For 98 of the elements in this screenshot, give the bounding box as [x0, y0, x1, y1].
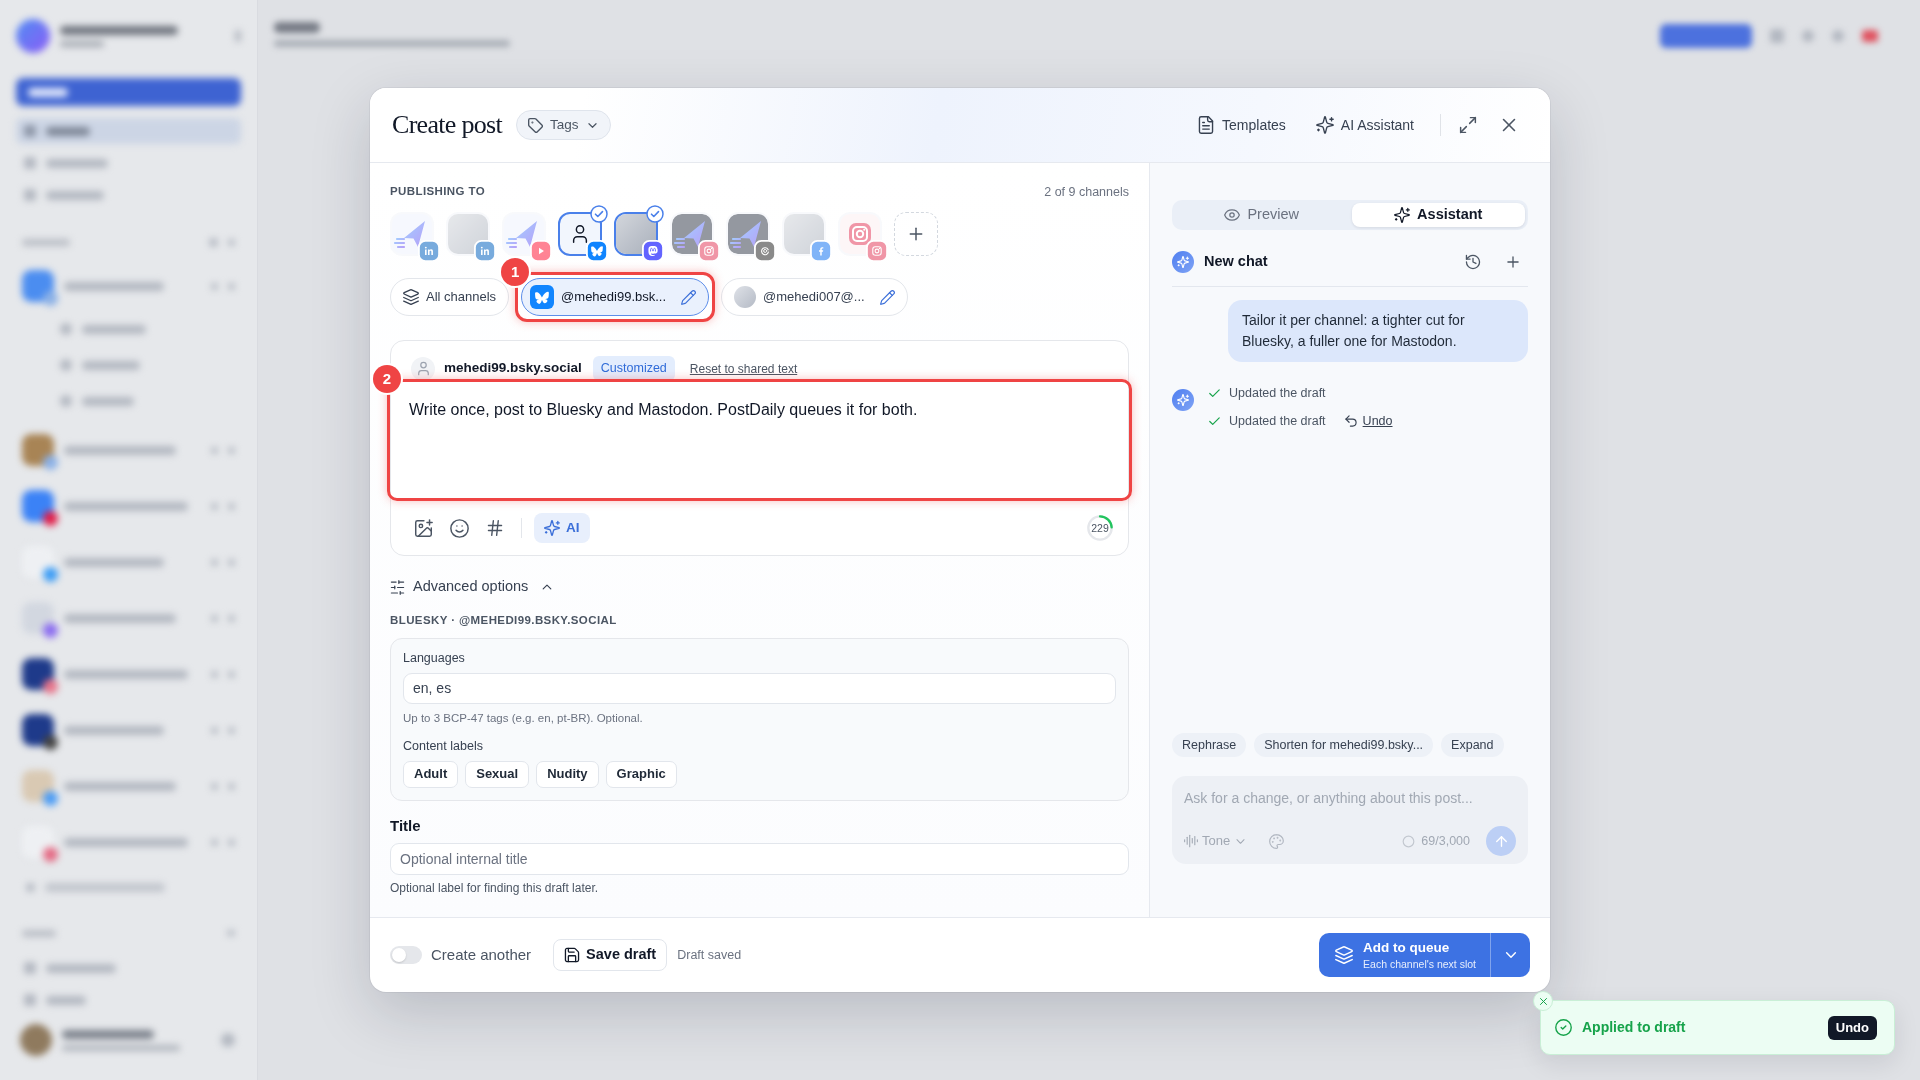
- image-plus-icon: [413, 518, 433, 538]
- user-message: Tailor it per channel: a tighter cut for Bluesky, a fuller one for Mastodon.: [1228, 300, 1528, 362]
- channel-chip[interactable]: @mehedi99.bsk...: [521, 278, 710, 316]
- hash-icon: [486, 519, 504, 537]
- channel-chip[interactable]: All channels: [390, 278, 510, 316]
- languages-field[interactable]: en, es: [403, 672, 1116, 704]
- arrow-logo-icon: [728, 214, 768, 254]
- facebook-icon: [810, 240, 832, 262]
- channel-count: 2 of 9 channels: [1044, 183, 1129, 201]
- account-name: mehedi99.bsky.social: [444, 359, 582, 378]
- dialog-title: Create post: [392, 112, 502, 138]
- field-label: Title: [390, 815, 422, 836]
- field-label: Languages: [403, 649, 466, 666]
- annotation-marker: 2: [373, 365, 401, 393]
- linkedin-icon: [418, 240, 440, 262]
- person-icon: [570, 224, 590, 244]
- youtube-icon: [530, 240, 552, 262]
- customized-label: Customized: [592, 356, 675, 381]
- chat-title: New chat: [1204, 252, 1268, 272]
- sliders-icon: [390, 579, 405, 595]
- annotation-marker: 1: [501, 258, 530, 286]
- suggestion-chip[interactable]: Rephrase: [1172, 733, 1247, 757]
- suggestion-chip[interactable]: Expand: [1441, 733, 1504, 757]
- avatar-photo-placeholder: [734, 286, 757, 308]
- tags-dropdown[interactable]: Tags: [516, 110, 611, 140]
- character-count: 229: [1091, 522, 1109, 534]
- sparkles-icon: [544, 520, 560, 536]
- content-label-toggle[interactable]: Sexual: [465, 760, 530, 788]
- help-text: Optional label for finding this draft later.: [390, 880, 600, 896]
- assistant-avatar-icon: [1172, 251, 1194, 273]
- post-text-field[interactable]: Write once, post to Bluesky and Mastodon. PostDaily queues it for both.: [390, 382, 1129, 498]
- pencil-icon: [681, 289, 697, 305]
- save-status: Draft saved: [677, 946, 742, 964]
- undo-button[interactable]: Undo: [1827, 1015, 1877, 1040]
- field-label: Content labels: [403, 737, 484, 754]
- view-tab[interactable]: Preview: [1175, 203, 1349, 227]
- instagram-icon: [698, 240, 720, 262]
- assistant-avatar-icon: [1172, 389, 1194, 411]
- instagram-icon: [866, 240, 888, 262]
- channel-chip[interactable]: @mehedi007@...: [721, 278, 908, 316]
- butterfly-icon: [586, 240, 608, 262]
- expand-icon: [1459, 116, 1477, 134]
- section-heading: PUBLISHING TO: [390, 184, 486, 200]
- person-icon: [411, 356, 435, 381]
- status-text: Updated the draft: [1229, 412, 1326, 430]
- close-icon: [1537, 995, 1549, 1007]
- layers-icon: [403, 289, 419, 305]
- undo-link[interactable]: Undo: [1343, 411, 1393, 431]
- dismiss-button[interactable]: [1533, 991, 1553, 1011]
- palette-icon: [1269, 833, 1285, 849]
- progress-circle-icon: [1402, 834, 1416, 848]
- linkedin-icon: [474, 240, 496, 262]
- add-to-queue-button[interactable]: Add to queue Each channel's next slot: [1319, 933, 1490, 977]
- notification-text: Applied to draft: [1582, 1018, 1686, 1037]
- check-icon: [1208, 414, 1221, 428]
- content-label-toggle[interactable]: Adult: [403, 760, 459, 788]
- photo-placeholder: [784, 214, 824, 254]
- mastodon-icon: [642, 240, 664, 262]
- check-icon: [1208, 386, 1221, 400]
- title-field[interactable]: Optional internal title: [390, 842, 1129, 875]
- suggestion-chip[interactable]: Shorten for mehedi99.bsky...: [1254, 733, 1434, 757]
- check-badge-icon: [646, 205, 664, 223]
- layers-icon: [1335, 946, 1354, 964]
- section-heading: BLUESKY · @MEHEDI99.BSKY.SOCIAL: [390, 612, 618, 627]
- undo-icon: [1343, 414, 1358, 428]
- advanced-options-toggle[interactable]: Advanced options: [390, 576, 555, 598]
- content-label-toggle[interactable]: Graphic: [605, 760, 677, 788]
- plus-icon: [1505, 254, 1521, 270]
- sparkles-icon: [1394, 207, 1411, 223]
- tag-icon: [528, 117, 543, 133]
- check-badge-icon: [590, 205, 608, 223]
- templates-button[interactable]: Templates: [1189, 109, 1294, 141]
- help-text: Up to 3 BCP-47 tags (e.g. en, pt-BR). Optional.: [403, 710, 644, 725]
- waveform-icon: [1184, 834, 1198, 848]
- status-text: Updated the draft: [1229, 384, 1326, 402]
- view-tab[interactable]: Assistant: [1351, 203, 1525, 227]
- photo-placeholder: [448, 214, 488, 254]
- butterfly-icon: [530, 285, 555, 309]
- ai-button[interactable]: AI: [534, 513, 590, 543]
- threads-icon: [754, 240, 776, 262]
- content-label-toggle[interactable]: Nudity: [536, 760, 599, 788]
- pencil-icon: [879, 289, 895, 305]
- add-channel-button[interactable]: [894, 212, 938, 256]
- reset-link[interactable]: Reset to shared text: [689, 359, 798, 378]
- arrow-logo-icon: [672, 214, 712, 254]
- history-icon: [1465, 254, 1481, 270]
- toggle-label: Create another: [431, 944, 532, 965]
- plus-icon: [907, 225, 925, 243]
- check-circle-icon: [1555, 1019, 1572, 1036]
- document-icon: [1197, 116, 1216, 134]
- eye-icon: [1224, 207, 1241, 223]
- toggle-switch[interactable]: [390, 946, 422, 964]
- sparkles-icon: [1315, 116, 1334, 134]
- ai-assistant-button[interactable]: AI Assistant: [1307, 109, 1422, 141]
- save-draft-button[interactable]: Save draft: [553, 939, 668, 971]
- smiley-icon: [449, 518, 469, 538]
- more-options-button[interactable]: [1490, 933, 1530, 977]
- character-count: 69/3,000: [1421, 832, 1470, 850]
